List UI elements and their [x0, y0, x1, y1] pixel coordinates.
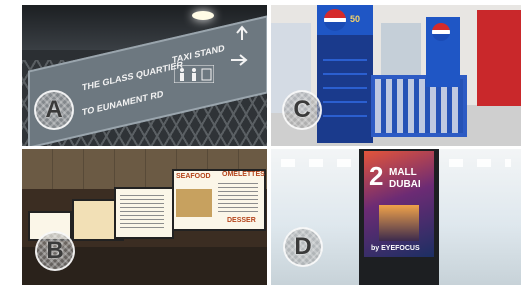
- panel-c-badge: C: [282, 90, 322, 130]
- menu-heading-dessert: DESSER: [227, 217, 256, 224]
- badge-letter: B: [46, 237, 64, 264]
- screen-number: 2: [369, 161, 384, 191]
- badge-letter: A: [45, 96, 63, 123]
- panel-d-badge: D: [283, 227, 323, 267]
- pepsi-cans: [375, 79, 463, 133]
- kiosk-brand: by EYEFOCUS: [371, 245, 420, 252]
- menu-heading-omelettes: OMELETTES: [222, 171, 265, 178]
- photo-collage: THE GLASS QUARTIER TO EUNAMENT RD TAXI S…: [0, 0, 527, 289]
- panel-d-mall-kiosk: 2 MALL DUBAI by EYEFOCUS D: [271, 149, 521, 285]
- panel-a-airport-sign: THE GLASS QUARTIER TO EUNAMENT RD TAXI S…: [22, 5, 267, 146]
- arrow-right-icon: [231, 54, 248, 66]
- screen-text-dubai: DUBAI: [389, 179, 421, 190]
- menu-heading-seafood: SEAFOOD: [176, 173, 211, 180]
- screen-ad-image: [379, 205, 419, 241]
- food-photo: [176, 189, 212, 217]
- pepsi-logo-icon: [324, 9, 346, 31]
- panel-b-badge: B: [35, 231, 75, 271]
- anniversary-badge: 50: [350, 14, 361, 24]
- menu-text-lines: [218, 183, 258, 213]
- panel-c-store-display: 50 C: [271, 5, 521, 146]
- panel-a-badge: A: [34, 90, 74, 130]
- pepsi-logo-icon: [432, 23, 450, 41]
- menu-text-lines: [120, 195, 164, 229]
- arrow-up-icon: [236, 25, 248, 40]
- badge-letter: D: [294, 233, 312, 260]
- panel-b-menu-boards: SEAFOOD OMELETTES DESSER B: [22, 149, 267, 285]
- screen-text-mall: MALL: [389, 167, 417, 178]
- badge-letter: C: [293, 96, 311, 123]
- restroom-icon: [174, 65, 214, 83]
- ceiling-light: [192, 11, 214, 20]
- pepsi-shelves: [323, 47, 367, 127]
- red-shelf: [477, 10, 521, 106]
